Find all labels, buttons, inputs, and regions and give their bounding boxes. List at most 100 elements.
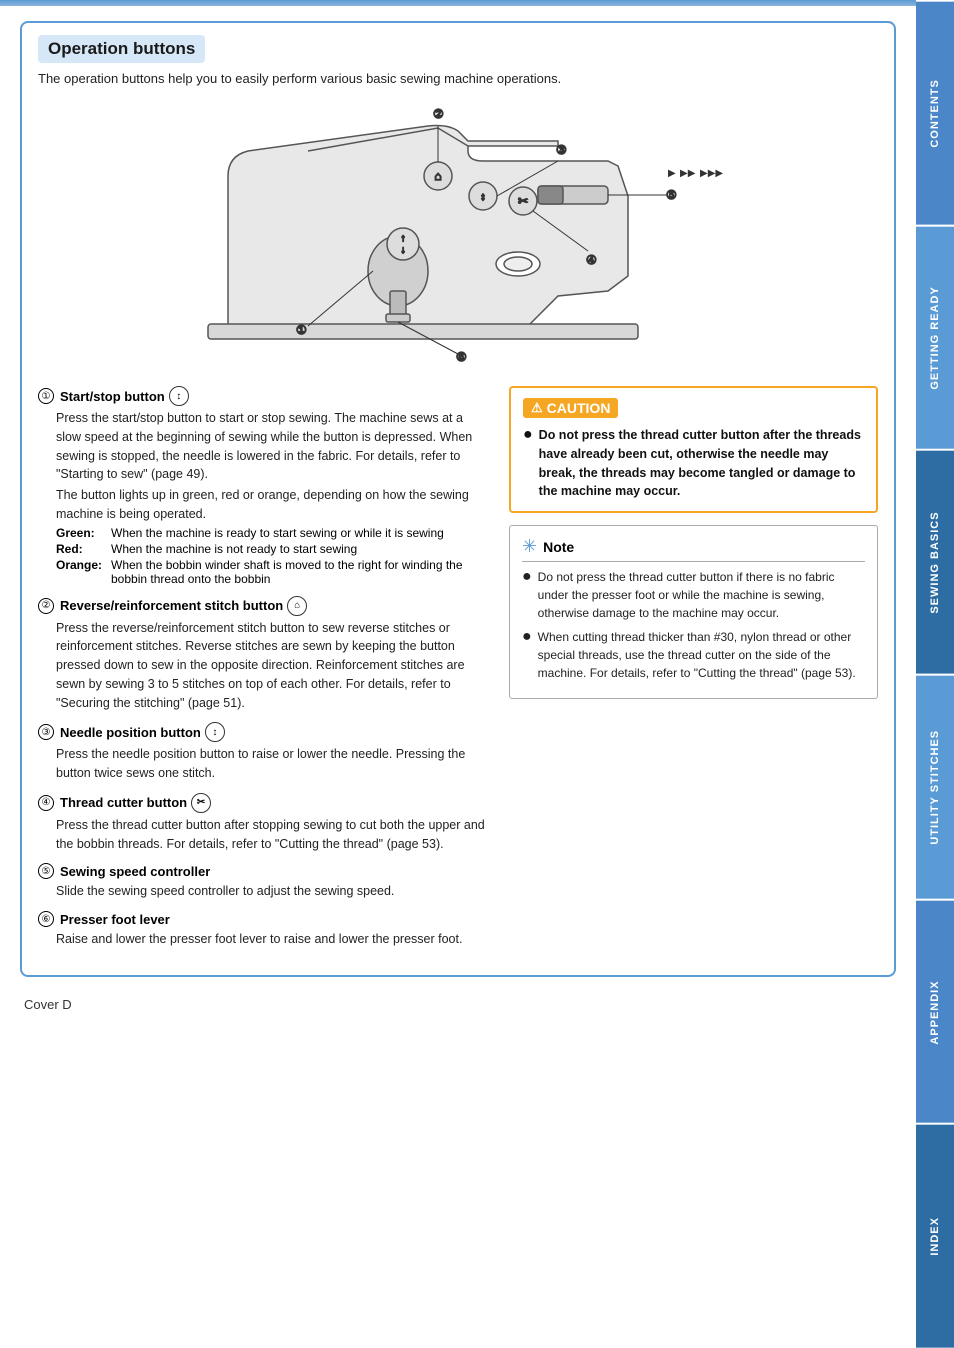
color-red-desc: When the machine is not ready to start s… (111, 542, 489, 556)
sidebar-tab-appendix[interactable]: APPENDIX (916, 899, 954, 1124)
sidebar-tab-appendix-label: APPENDIX (929, 980, 941, 1044)
svg-text:↓: ↓ (401, 245, 406, 256)
num-5: ⑤ (38, 863, 54, 879)
color-green-label: Green: (56, 526, 111, 540)
svg-text:⌂: ⌂ (434, 169, 441, 183)
intro-text: The operation buttons help you to easily… (38, 71, 878, 86)
machine-diagram: ↑ ↓ ⌂ ↕ ✂ ① ② (38, 96, 878, 376)
speed-controller-desc: Slide the sewing speed controller to adj… (38, 882, 489, 901)
note-item-2: ● When cutting thread thicker than #30, … (522, 628, 865, 682)
caution-title-text: CAUTION (547, 400, 611, 416)
sidebar-tab-utility-stitches-label: UTILITY STITCHES (929, 730, 941, 845)
thread-cutter-icon: ✂ (191, 793, 211, 813)
note-text-2: When cutting thread thicker than #30, ny… (538, 628, 865, 682)
note-item-1: ● Do not press the thread cutter button … (522, 568, 865, 622)
section-title: Operation buttons (38, 35, 205, 63)
sidebar-tab-getting-ready[interactable]: GETTING READY (916, 225, 954, 450)
start-stop-section: ① Start/stop button ↕ Press the start/st… (38, 386, 489, 586)
right-column: ⚠ CAUTION ● Do not press the thread cutt… (509, 386, 878, 959)
color-row-green: Green: When the machine is ready to star… (56, 526, 489, 540)
caution-item: ● Do not press the thread cutter button … (523, 426, 864, 501)
needle-position-label: Needle position button (60, 725, 201, 740)
speed-controller-section: ⑤ Sewing speed controller Slide the sewi… (38, 863, 489, 901)
caution-header: ⚠ CAUTION (523, 398, 864, 418)
svg-text:④: ④ (586, 253, 597, 267)
reverse-desc: Press the reverse/reinforcement stitch b… (38, 619, 489, 713)
svg-text:✂: ✂ (518, 194, 528, 208)
reverse-section: ② Reverse/reinforcement stitch button ⌂ … (38, 596, 489, 713)
needle-position-icon: ↕ (205, 722, 225, 742)
presser-foot-title: ⑥ Presser foot lever (38, 911, 489, 927)
reverse-title: ② Reverse/reinforcement stitch button ⌂ (38, 596, 489, 616)
presser-foot-label: Presser foot lever (60, 912, 170, 927)
color-row-orange: Orange: When the bobbin winder shaft is … (56, 558, 489, 586)
num-3: ③ (38, 724, 54, 740)
sidebar-tab-getting-ready-label: GETTING READY (929, 286, 941, 389)
svg-text:②: ② (433, 107, 444, 121)
sidebar-tab-index-label: INDEX (929, 1217, 941, 1256)
caution-text: Do not press the thread cutter button af… (539, 426, 864, 501)
needle-position-section: ③ Needle position button ↕ Press the nee… (38, 722, 489, 783)
top-border (0, 0, 954, 6)
svg-text:▶▶: ▶▶ (680, 168, 696, 179)
caution-icon: ⚠ CAUTION (523, 398, 618, 418)
start-stop-title: ① Start/stop button ↕ (38, 386, 489, 406)
sidebar: CONTENTS GETTING READY SEWING BASICS UTI… (916, 0, 954, 1348)
operation-buttons-section: Operation buttons The operation buttons … (20, 21, 896, 977)
sidebar-tab-sewing-basics[interactable]: SEWING BASICS (916, 449, 954, 674)
svg-text:↑: ↑ (401, 233, 406, 244)
start-stop-label: Start/stop button (60, 389, 165, 404)
caution-box: ⚠ CAUTION ● Do not press the thread cutt… (509, 386, 878, 513)
thread-cutter-section: ④ Thread cutter button ✂ Press the threa… (38, 793, 489, 854)
diagram-area: ↑ ↓ ⌂ ↕ ✂ ① ② (38, 96, 878, 376)
color-orange-label: Orange: (56, 558, 111, 586)
num-1: ① (38, 388, 54, 404)
start-stop-desc1: Press the start/stop button to start or … (38, 409, 489, 484)
color-red-label: Red: (56, 542, 111, 556)
presser-foot-section: ⑥ Presser foot lever Raise and lower the… (38, 911, 489, 949)
note-header: ✳ Note (522, 536, 865, 562)
svg-text:⑤: ⑤ (666, 188, 677, 202)
svg-text:①: ① (296, 323, 307, 337)
svg-text:▶▶▶: ▶▶▶ (700, 168, 723, 179)
num-6: ⑥ (38, 911, 54, 927)
reverse-icon: ⌂ (287, 596, 307, 616)
note-icon: ✳ (522, 536, 537, 557)
footer-label: Cover D (24, 997, 72, 1012)
sidebar-tab-contents-label: CONTENTS (929, 79, 941, 148)
main-content: Operation buttons The operation buttons … (0, 11, 916, 1032)
footer: Cover D (20, 997, 896, 1012)
thread-cutter-desc: Press the thread cutter button after sto… (38, 816, 489, 854)
sidebar-tab-sewing-basics-label: SEWING BASICS (929, 512, 941, 614)
presser-foot-desc: Raise and lower the presser foot lever t… (38, 930, 489, 949)
color-table: Green: When the machine is ready to star… (56, 526, 489, 586)
svg-text:⑥: ⑥ (456, 350, 467, 364)
caution-bullet: ● (523, 427, 533, 501)
svg-text:③: ③ (556, 143, 567, 157)
caution-triangle: ⚠ (531, 400, 543, 416)
thread-cutter-label: Thread cutter button (60, 795, 187, 810)
note-box: ✳ Note ● Do not press the thread cutter … (509, 525, 878, 699)
two-col-layout: ① Start/stop button ↕ Press the start/st… (38, 386, 878, 959)
note-bullet-1: ● (522, 569, 532, 622)
note-bullet-2: ● (522, 629, 532, 682)
num-4: ④ (38, 795, 54, 811)
color-green-desc: When the machine is ready to start sewin… (111, 526, 489, 540)
speed-controller-title: ⑤ Sewing speed controller (38, 863, 489, 879)
num-2: ② (38, 598, 54, 614)
sidebar-tab-index[interactable]: INDEX (916, 1123, 954, 1348)
needle-position-desc: Press the needle position button to rais… (38, 745, 489, 783)
sidebar-tab-contents[interactable]: CONTENTS (916, 0, 954, 225)
svg-text:▶: ▶ (668, 168, 676, 179)
needle-position-title: ③ Needle position button ↕ (38, 722, 489, 742)
color-row-red: Red: When the machine is not ready to st… (56, 542, 489, 556)
svg-text:↕: ↕ (480, 191, 486, 203)
note-title: Note (543, 539, 574, 555)
note-text-1: Do not press the thread cutter button if… (538, 568, 865, 622)
reverse-label: Reverse/reinforcement stitch button (60, 598, 283, 613)
start-stop-icon: ↕ (169, 386, 189, 406)
left-column: ① Start/stop button ↕ Press the start/st… (38, 386, 489, 959)
color-orange-desc: When the bobbin winder shaft is moved to… (111, 558, 489, 586)
sidebar-tab-utility-stitches[interactable]: UTILITY STITCHES (916, 674, 954, 899)
speed-controller-label: Sewing speed controller (60, 864, 210, 879)
